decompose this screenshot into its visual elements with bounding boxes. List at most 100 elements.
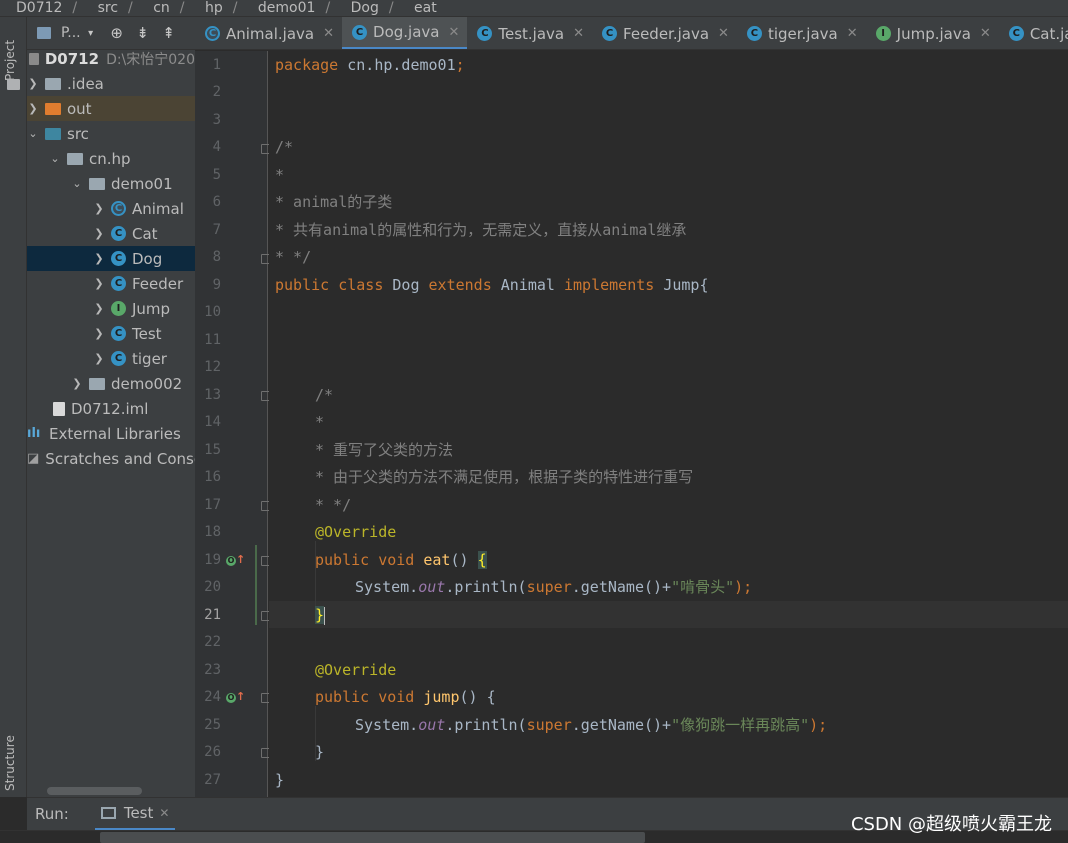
tab-tiger-java[interactable]: C tiger.java ✕ (737, 17, 866, 49)
tree-item[interactable]: ⌄ src (27, 121, 195, 146)
project-tree: D0712 D:\宋怡宁020 ❯ .idea ❯ out ⌄ src ⌄ cn… (27, 46, 195, 471)
code-line-25: System.out.println(super.getName()+"像狗跳一… (355, 716, 828, 734)
chevron-down-icon[interactable]: ⌄ (71, 177, 83, 190)
tree-item[interactable]: ❯ .idea (27, 71, 195, 96)
editor-gutter[interactable]: 1 2 3 4 5 6 7 8 9 10 11 12 13 14 15 16 1… (195, 51, 270, 797)
interface-icon: I (111, 301, 126, 316)
left-tool-stripe: Project Structure (0, 17, 27, 797)
run-tab-test[interactable]: Test ✕ (94, 798, 176, 831)
class-icon: C (111, 351, 126, 366)
chevron-right-icon[interactable]: ❯ (93, 227, 105, 240)
line-number: 10 (204, 304, 221, 320)
code-line-20: System.out.println(super.getName()+"啃骨头"… (355, 578, 753, 596)
breadcrumb-item[interactable]: src (98, 0, 118, 16)
expand-all-icon[interactable]: ⇟ (135, 24, 151, 42)
tree-item[interactable]: ❯ C Dog (27, 246, 195, 271)
tab-label: Test.java (498, 24, 565, 43)
override-marker-icon[interactable]: O ↑ (226, 553, 245, 566)
line-number: 1 (212, 57, 221, 73)
tree-item[interactable]: ılı External Libraries (27, 421, 195, 446)
project-tool-tab[interactable]: Project (3, 25, 17, 81)
close-icon[interactable]: ✕ (323, 26, 334, 41)
override-marker-icon[interactable]: O ↑ (226, 690, 245, 703)
code-line-21: } (315, 606, 326, 625)
chevron-right-icon[interactable]: ❯ (27, 77, 39, 90)
close-icon[interactable]: ✕ (718, 26, 729, 41)
tree-item[interactable]: ◪ Scratches and Consoles (27, 446, 195, 471)
chevron-right-icon[interactable]: ❯ (93, 352, 105, 365)
structure-tool-tab[interactable]: Structure (3, 721, 17, 791)
tree-item[interactable]: D0712 D:\宋怡宁020 (27, 46, 195, 71)
tab-label: Dog.java (373, 23, 440, 41)
package-icon (67, 152, 83, 165)
breadcrumb-item[interactable]: eat (414, 0, 437, 16)
tree-item[interactable]: ❯ C Test (27, 321, 195, 346)
chevron-right-icon[interactable]: ❯ (93, 327, 105, 340)
tree-item-label: Jump (132, 299, 171, 318)
console-scrollbar[interactable] (100, 832, 645, 843)
project-panel: P... ▾ ⊕ ⇟ ⇞ D0712 D:\宋怡宁020 ❯ .idea ❯ o… (27, 17, 195, 797)
horizontal-scrollbar[interactable] (47, 787, 142, 795)
tree-item[interactable]: ❯ C Feeder (27, 271, 195, 296)
tree-item[interactable]: ❯ demo002 (27, 371, 195, 396)
tree-item[interactable]: ❯ C Cat (27, 221, 195, 246)
line-number: 6 (212, 194, 221, 210)
project-view-icon (37, 27, 51, 39)
line-number: 24 (204, 689, 221, 705)
chevron-down-icon[interactable]: ▾ (83, 25, 99, 41)
breadcrumb-separator: / (232, 0, 238, 16)
class-icon: C (111, 251, 126, 266)
tree-item[interactable]: ❯ out (27, 96, 195, 121)
breadcrumb-separator: / (325, 0, 331, 16)
class-icon: C (746, 26, 762, 41)
close-icon[interactable]: ✕ (847, 26, 858, 41)
close-icon[interactable]: ✕ (980, 26, 991, 41)
project-view-selector[interactable]: P... (61, 25, 81, 41)
tab-dog-java[interactable]: C Dog.java ✕ (342, 17, 468, 49)
class-icon: C (111, 276, 126, 291)
tab-feeder-java[interactable]: C Feeder.java ✕ (592, 17, 737, 49)
watermark: CSDN @超级喷火霸王龙 (850, 814, 1052, 835)
breadcrumb-item[interactable]: Dog (351, 0, 379, 16)
chevron-right-icon[interactable]: ❯ (27, 102, 39, 115)
breadcrumb-item[interactable]: hp (205, 0, 223, 16)
tab-test-java[interactable]: C Test.java ✕ (467, 17, 592, 49)
chevron-down-icon[interactable]: ⌄ (49, 152, 61, 165)
tree-item[interactable]: D0712.iml (27, 396, 195, 421)
breadcrumb-separator: / (388, 0, 394, 16)
tree-item[interactable]: ⌄ demo01 (27, 171, 195, 196)
locate-icon[interactable]: ⊕ (109, 24, 125, 42)
tree-item[interactable]: ❯ I Jump (27, 296, 195, 321)
breadcrumb-separator: / (72, 0, 78, 16)
line-number: 8 (212, 249, 221, 265)
chevron-down-icon[interactable]: ⌄ (27, 127, 39, 140)
tree-item-label: Scratches and Consoles (45, 449, 195, 468)
collapse-all-icon[interactable]: ⇞ (161, 24, 177, 42)
chevron-right-icon[interactable]: ❯ (93, 202, 105, 215)
tab-label: Feeder.java (623, 24, 710, 43)
tab-jump-java[interactable]: I Jump.java ✕ (866, 17, 999, 49)
tree-item-label: cn.hp (89, 149, 131, 168)
class-icon: C (477, 26, 493, 41)
close-icon[interactable]: ✕ (448, 25, 459, 40)
code-line-6: * animal的子类 (275, 193, 393, 211)
breadcrumb-item[interactable]: D0712 (16, 0, 62, 16)
tree-item[interactable]: ❯ C tiger (27, 346, 195, 371)
tree-item[interactable]: ❯ C Animal (27, 196, 195, 221)
line-number: 23 (204, 662, 221, 678)
code-editor[interactable]: package cn.hp.demo01; /* * * animal的子类 *… (269, 51, 1068, 797)
tab-cat-java[interactable]: C Cat.java (999, 17, 1068, 49)
tree-item[interactable]: ⌄ cn.hp (27, 146, 195, 171)
chevron-right-icon[interactable]: ❯ (71, 377, 83, 390)
tree-item-label: Test (132, 324, 162, 343)
breadcrumb-item[interactable]: demo01 (258, 0, 316, 16)
package-icon (89, 177, 105, 190)
tab-animal-java[interactable]: C Animal.java ✕ (195, 17, 342, 49)
breadcrumb-item[interactable]: cn (153, 0, 170, 16)
close-icon[interactable]: ✕ (573, 26, 584, 41)
chevron-right-icon[interactable]: ❯ (93, 302, 105, 315)
line-number: 14 (204, 414, 221, 430)
chevron-right-icon[interactable]: ❯ (93, 252, 105, 265)
close-icon[interactable]: ✕ (159, 806, 169, 820)
chevron-right-icon[interactable]: ❯ (93, 277, 105, 290)
